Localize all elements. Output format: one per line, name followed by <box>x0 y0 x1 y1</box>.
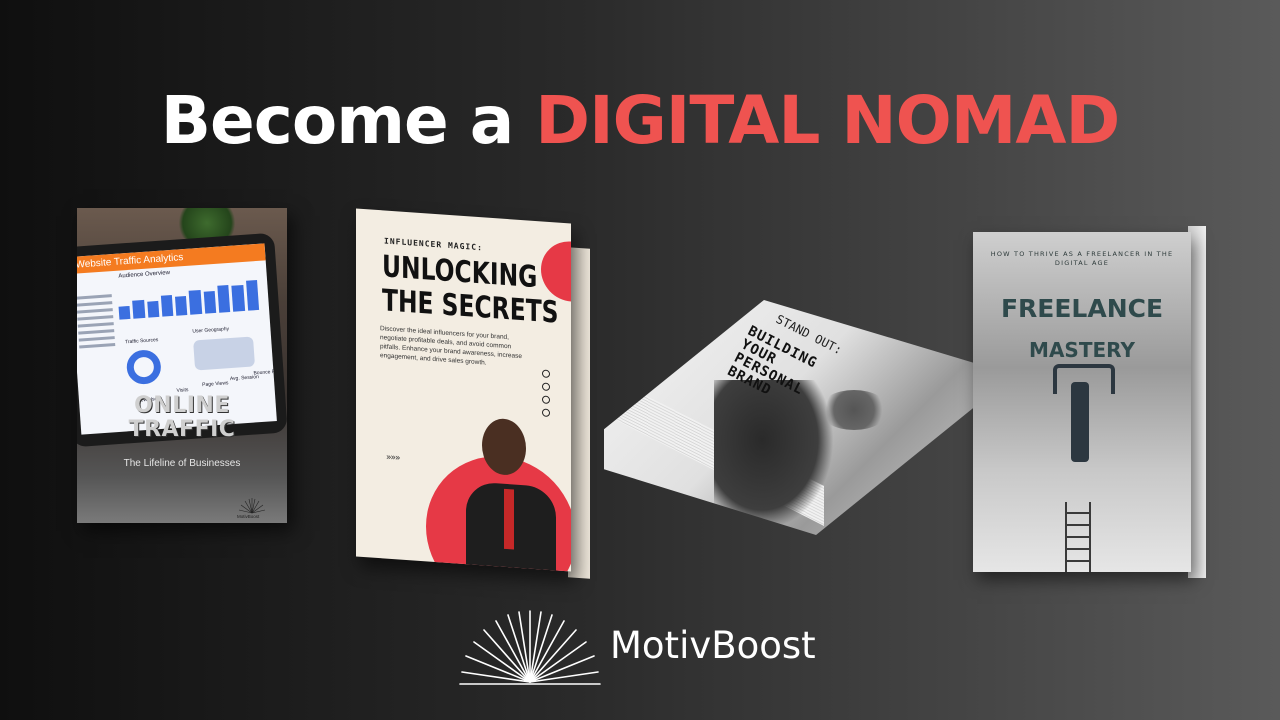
screen-bar-chart <box>117 278 260 320</box>
sunburst-icon <box>238 498 266 514</box>
screen-label: Page Views <box>202 380 229 389</box>
book-cover: INFLUENCER MAGIC: UNLOCKING THE SECRETS … <box>356 208 571 572</box>
book-unlocking-the-secrets: INFLUENCER MAGIC: UNLOCKING THE SECRETS … <box>356 208 596 579</box>
screen-label: Bounce Rate <box>253 368 277 377</box>
headline: Become a DIGITAL NOMAD <box>0 82 1280 159</box>
headline-accent: DIGITAL NOMAD <box>535 82 1120 159</box>
book-stand-out: STAND OUT: BUILDING YOUR PERSONAL BRAND <box>604 300 976 535</box>
screen-label: User Geography <box>192 326 230 335</box>
book-freelance-mastery: HOW TO THRIVE AS A FREELANCER IN THE DIG… <box>973 232 1191 572</box>
book-subtitle: The Lifeline of Businesses <box>123 458 241 469</box>
headline-lead: Become a <box>160 82 515 159</box>
screen-donut-chart <box>125 348 162 386</box>
screen-sidebar <box>77 294 116 352</box>
book-title: UNLOCKING THE SECRETS <box>382 249 559 330</box>
ladder-image <box>1065 502 1091 572</box>
book-description: Discover the ideal influencers for your … <box>380 325 522 367</box>
tree-image <box>819 390 889 430</box>
book-logo-text: MotivBoost <box>237 514 260 519</box>
book-spine <box>568 247 590 579</box>
book-title-line: FREELANCE <box>1000 294 1164 323</box>
book-title: ONLINE TRAFFIC <box>128 393 236 442</box>
brand-name: MotivBoost <box>610 624 816 667</box>
sunburst-icon <box>459 610 601 685</box>
person-tie <box>504 488 514 550</box>
man-image <box>1071 382 1089 462</box>
book-online-traffic: Website Traffic Analytics Audience Overv… <box>77 208 287 523</box>
screen-world-map <box>193 336 256 371</box>
screen-label: Traffic Sources <box>124 337 159 346</box>
chevrons-icon: »»» <box>386 452 400 464</box>
book-kicker: HOW TO THRIVE AS A FREELANCER IN THE DIG… <box>990 250 1174 267</box>
dots-decoration <box>542 369 552 422</box>
book-title-line: MASTERY <box>1029 338 1135 362</box>
